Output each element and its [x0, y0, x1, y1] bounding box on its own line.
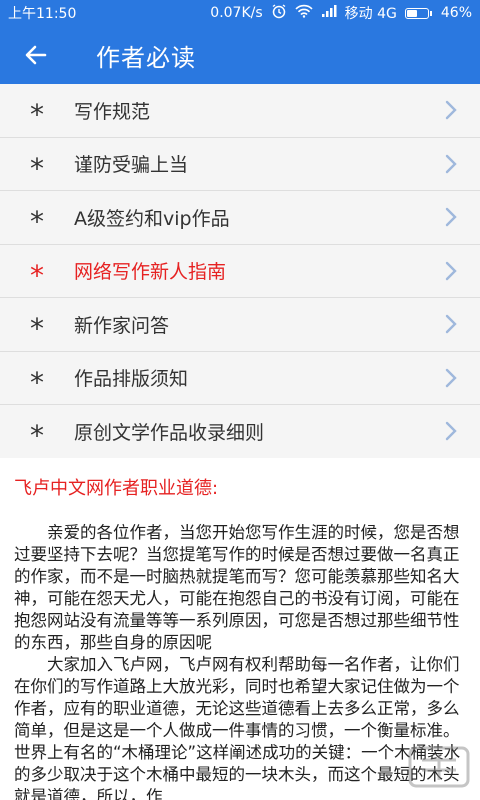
chevron-right-icon	[422, 313, 480, 335]
battery-level	[406, 9, 417, 17]
status-indicators: 0.07K/s 移动 4G 46%	[210, 3, 472, 23]
menu-item[interactable]: * 谨防受骗上当	[0, 137, 480, 191]
alarm-icon	[271, 3, 287, 23]
bullet-star-icon: *	[30, 205, 44, 239]
bullet-star-icon: *	[30, 98, 44, 132]
chevron-right-icon	[422, 153, 480, 175]
bullet-star-icon: *	[30, 258, 44, 292]
menu-item-label: 原创文学作品收录细则	[74, 421, 265, 444]
menu-item-label: 网络写作新人指南	[74, 261, 227, 284]
bullet-star-icon: *	[30, 419, 44, 453]
menu-item-label: 谨防受骗上当	[74, 154, 189, 177]
status-bar: 上午11:50 0.07K/s 移动 4G 46%	[0, 0, 480, 26]
menu-item-label: 作品排版须知	[74, 368, 189, 391]
chevron-right-icon	[422, 367, 480, 389]
article-paragraph: 亲爱的各位作者，当您开始您写作生涯的时候，您是否想过要坚持下去呢？当您提笔写作的…	[14, 523, 460, 652]
article-title: 飞卢中文网作者职业道德:	[14, 478, 219, 499]
menu-item[interactable]: * 作品排版须知	[0, 351, 480, 405]
back-arrow-icon	[25, 45, 47, 65]
back-button[interactable]	[0, 26, 72, 84]
article-paragraph: 大家加入飞卢网，飞卢网有权利帮助每一名作者，让你们在你们的写作道路上大放光彩，同…	[14, 655, 461, 800]
network-speed: 0.07K/s	[210, 5, 263, 21]
status-time: 上午11:50	[8, 6, 77, 22]
chevron-right-icon	[422, 420, 480, 442]
article-section: 飞卢中文网作者职业道德: 亲爱的各位作者，当您开始您写作生涯的时候，您是否想过要…	[0, 458, 480, 800]
chevron-right-icon	[422, 99, 480, 121]
app-bar: 作者必读	[0, 26, 480, 84]
bullet-star-icon: *	[30, 312, 44, 346]
battery-percent: 46%	[440, 5, 472, 21]
menu-item[interactable]: * 原创文学作品收录细则	[0, 405, 480, 459]
menu-item[interactable]: * 新作家问答	[0, 298, 480, 352]
bullet-star-icon: *	[30, 365, 44, 399]
menu-item[interactable]: * A级签约和vip作品	[0, 191, 480, 245]
guide-menu-list: * 写作规范 * 谨防受骗上当 * A级签约和vip作品 * 网络写作新人指南 * 新作家问答 * 作…	[0, 84, 480, 459]
wifi-icon	[295, 4, 313, 22]
menu-item-label: 写作规范	[74, 100, 151, 123]
battery-icon	[404, 7, 432, 19]
chevron-right-icon	[422, 206, 480, 228]
signal-icon	[321, 4, 337, 22]
menu-item-label: 新作家问答	[74, 314, 170, 337]
chevron-right-icon	[422, 260, 480, 282]
bullet-star-icon: *	[30, 151, 44, 185]
menu-item[interactable]: * 网络写作新人指南	[0, 244, 480, 298]
menu-item-label: A级签约和vip作品	[74, 207, 230, 230]
menu-item[interactable]: * 写作规范	[0, 84, 480, 138]
carrier-label: 移动 4G	[344, 6, 397, 22]
watermark-logo	[404, 740, 474, 792]
page-title: 作者必读	[96, 43, 196, 72]
